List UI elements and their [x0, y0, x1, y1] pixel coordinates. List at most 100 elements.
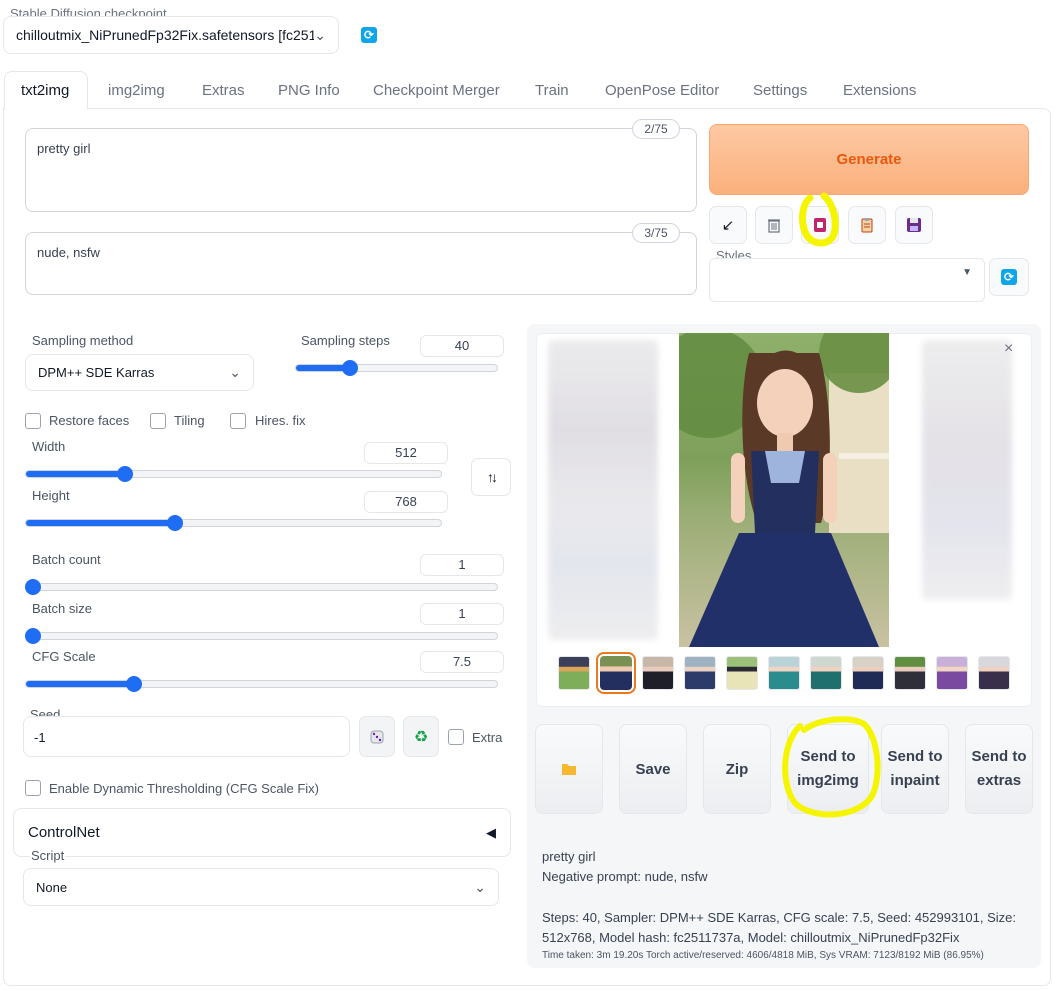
- dice-icon: [370, 730, 384, 743]
- tiling-checkbox[interactable]: [150, 413, 166, 429]
- tab-checkpoint-merger[interactable]: Checkpoint Merger: [373, 82, 500, 99]
- main-output-image[interactable]: [679, 333, 889, 647]
- tab-img2img[interactable]: img2img: [108, 82, 165, 99]
- gallery-thumbnail[interactable]: [810, 656, 842, 690]
- dynamic-thresholding-label: Enable Dynamic Thresholding (CFG Scale F…: [49, 781, 319, 796]
- trash-icon: [768, 219, 780, 233]
- cfg-scale-label: CFG Scale: [32, 649, 96, 664]
- sampling-steps-input[interactable]: 40: [420, 335, 504, 357]
- slider-track[interactable]: [25, 680, 498, 688]
- script-label: Script: [30, 848, 66, 863]
- tab-extensions[interactable]: Extensions: [843, 82, 916, 99]
- chevron-down-icon: ⌄: [314, 26, 326, 43]
- chevron-down-icon: ⌄: [474, 878, 486, 895]
- slider-track[interactable]: [295, 364, 498, 372]
- gallery-prev-preview[interactable]: [548, 340, 658, 640]
- styles-refresh-button[interactable]: ⟳: [989, 258, 1029, 296]
- apply-style-button[interactable]: [848, 206, 886, 244]
- slider-track[interactable]: [25, 519, 442, 527]
- tab-txt2img[interactable]: txt2img: [21, 82, 69, 99]
- gallery-thumbnail[interactable]: [642, 656, 674, 690]
- slider-thumb[interactable]: [117, 466, 134, 482]
- hires-fix-checkbox[interactable]: [230, 413, 246, 429]
- prompt-token-counter: 2/75: [632, 119, 680, 139]
- cfg-scale-input[interactable]: 7.5: [420, 651, 504, 673]
- extra-seed-checkbox[interactable]: [448, 729, 464, 745]
- negative-prompt-textarea[interactable]: nude, nsfw: [25, 232, 697, 295]
- gallery-next-preview[interactable]: [922, 340, 1012, 600]
- tab-openpose-editor[interactable]: OpenPose Editor: [605, 82, 719, 99]
- gallery-thumbnail[interactable]: [684, 656, 716, 690]
- slider-thumb[interactable]: [167, 515, 184, 531]
- open-folder-button[interactable]: [535, 724, 603, 814]
- batch-size-input[interactable]: 1: [420, 603, 504, 625]
- sampling-method-select[interactable]: DPM++ SDE Karras ⌄: [25, 354, 254, 391]
- width-input[interactable]: 512: [364, 442, 448, 464]
- slider-thumb[interactable]: [125, 676, 142, 692]
- gallery-thumbnail[interactable]: [726, 656, 758, 690]
- info-parameters: Steps: 40, Sampler: DPM++ SDE Karras, CF…: [542, 910, 1017, 945]
- checkpoint-select[interactable]: chilloutmix_NiPrunedFp32Fix.safetensors …: [3, 16, 339, 54]
- info-negative-prompt: Negative prompt: nude, nsfw: [542, 869, 708, 884]
- tab-png-info[interactable]: PNG Info: [278, 82, 340, 99]
- slider-thumb[interactable]: [25, 579, 41, 595]
- swap-dimensions-button[interactable]: ↑↓: [471, 458, 511, 496]
- tab-train[interactable]: Train: [535, 82, 569, 99]
- restore-faces-checkbox[interactable]: [25, 413, 41, 429]
- gallery-thumbnail[interactable]: [768, 656, 800, 690]
- gallery-thumbnail[interactable]: [558, 656, 590, 690]
- gallery-thumbnail[interactable]: [894, 656, 926, 690]
- script-value: None: [36, 879, 68, 895]
- zip-button[interactable]: Zip: [703, 724, 771, 814]
- script-select[interactable]: None ⌄: [23, 868, 499, 906]
- close-icon[interactable]: ×: [1004, 340, 1013, 358]
- paste-params-button[interactable]: ↙: [709, 206, 747, 244]
- restore-faces-label: Restore faces: [49, 413, 130, 428]
- height-input[interactable]: 768: [364, 491, 448, 513]
- clear-prompt-button[interactable]: [755, 206, 793, 244]
- save-style-button[interactable]: [895, 206, 933, 244]
- controlnet-title: ControlNet: [28, 824, 100, 841]
- caret-down-icon: ▼: [962, 267, 972, 278]
- send-to-inpaint-button[interactable]: Send to inpaint: [881, 724, 949, 814]
- arrow-diagonal-icon: ↙: [721, 217, 735, 234]
- slider-track[interactable]: [25, 470, 442, 478]
- styles-select[interactable]: ▼: [709, 258, 985, 302]
- controlnet-accordion[interactable]: ControlNet ◀: [13, 808, 511, 857]
- dynamic-thresholding-checkbox[interactable]: [25, 780, 41, 796]
- info-timing: Time taken: 3m 19.20s Torch active/reser…: [542, 950, 984, 961]
- gallery-thumbnail[interactable]: [852, 656, 884, 690]
- collapse-triangle-icon: ◀: [486, 824, 496, 840]
- sampling-method-value: DPM++ SDE Karras: [38, 365, 155, 380]
- gallery-thumbnail[interactable]: [978, 656, 1010, 690]
- height-label: Height: [32, 488, 70, 503]
- gallery-thumbnail[interactable]: [596, 652, 636, 694]
- slider-track[interactable]: [25, 583, 498, 591]
- prompt-textarea[interactable]: pretty girl: [25, 128, 697, 212]
- seed-input[interactable]: -1: [23, 716, 350, 757]
- save-button[interactable]: Save: [619, 724, 687, 814]
- gallery-thumbnail[interactable]: [936, 656, 968, 690]
- generate-button[interactable]: Generate: [709, 124, 1029, 195]
- portrait-illustration: [679, 333, 889, 647]
- random-seed-button[interactable]: [359, 716, 395, 757]
- slider-thumb[interactable]: [25, 628, 41, 644]
- clipboard-icon: [861, 218, 873, 233]
- highlight-circle-large: [782, 716, 881, 818]
- slider-fill: [26, 681, 135, 687]
- refresh-icon: ⟳: [361, 27, 377, 43]
- slider-track[interactable]: [25, 632, 498, 640]
- tab-settings[interactable]: Settings: [753, 82, 807, 99]
- sampling-steps-label: Sampling steps: [301, 333, 390, 348]
- width-label: Width: [32, 439, 66, 454]
- folder-icon: [562, 764, 576, 775]
- tab-extras[interactable]: Extras: [202, 82, 245, 99]
- send-to-extras-button[interactable]: Send to extras: [965, 724, 1033, 814]
- save-icon: [907, 218, 921, 232]
- reuse-seed-button[interactable]: ♻: [403, 716, 439, 757]
- checkpoint-refresh-button[interactable]: ⟳: [350, 17, 388, 53]
- info-prompt: pretty girl: [542, 849, 596, 864]
- batch-count-input[interactable]: 1: [420, 554, 504, 576]
- slider-thumb[interactable]: [341, 360, 358, 376]
- slider-fill: [26, 520, 177, 526]
